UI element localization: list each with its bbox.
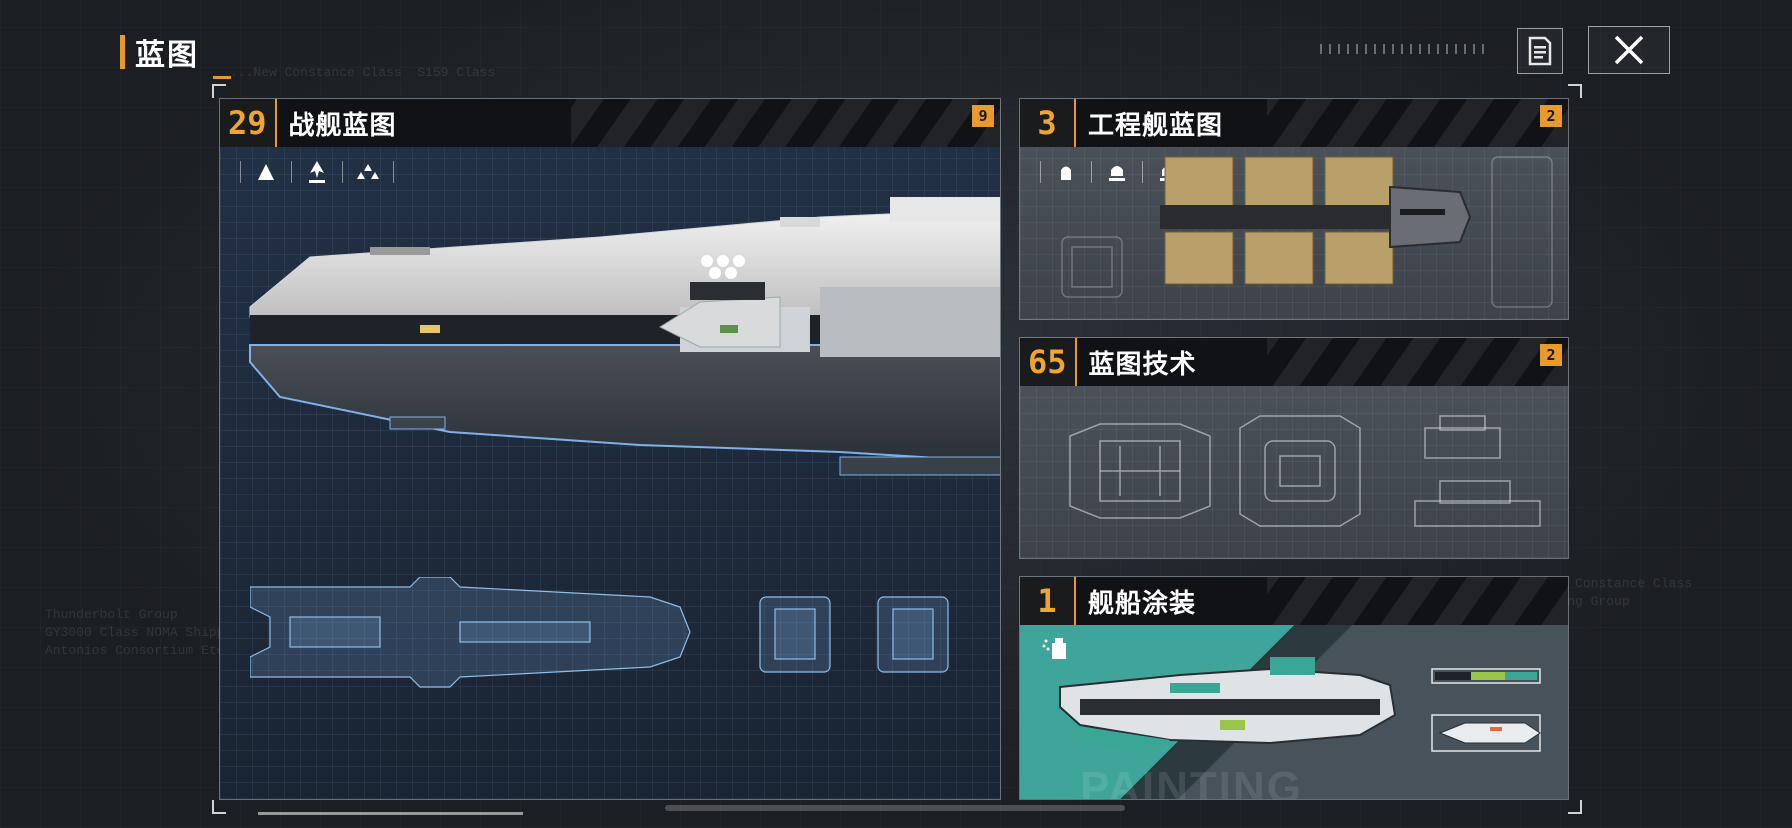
frame-corner	[212, 84, 226, 98]
filter-separator	[240, 161, 241, 183]
title-accent-bar	[120, 35, 125, 69]
title-underline	[213, 76, 231, 79]
filter-separator	[342, 161, 343, 183]
ship-paint-panel[interactable]: 1 舰船涂装 PAINTING	[1019, 576, 1569, 800]
frame-corner	[1568, 84, 1582, 98]
destroyer-filter-icon[interactable]	[302, 159, 332, 185]
tech-schematic-image	[1069, 415, 1541, 527]
header-deco-ticks	[1320, 44, 1490, 54]
header-stripes	[1266, 338, 1568, 386]
page-title: 蓝图	[135, 38, 199, 73]
filter-separator	[291, 161, 292, 183]
engineering-count: 3	[1020, 99, 1076, 147]
tech-notification-badge: 2	[1540, 344, 1562, 366]
warship-count: 29	[220, 99, 277, 147]
header-stripes	[571, 99, 1000, 147]
warship-notification-badge: 9	[972, 105, 994, 127]
document-icon	[1528, 36, 1552, 66]
close-icon	[1614, 35, 1644, 65]
frigate-filter-icon[interactable]	[251, 159, 281, 185]
warship-blueprint-panel[interactable]: 29 战舰蓝图 9	[219, 98, 1001, 800]
horizontal-scrollbar[interactable]	[665, 805, 1125, 811]
engineering-blueprint-panel[interactable]: 3 工程舰蓝图 2	[1019, 98, 1569, 320]
warship-schematic	[250, 577, 949, 688]
header-stripes	[1266, 99, 1568, 147]
warship-image	[249, 197, 1000, 476]
header-stripes	[1266, 577, 1568, 625]
engineering-preview	[1020, 147, 1568, 319]
panel-header: 3 工程舰蓝图 2	[1020, 99, 1568, 147]
paint-panel-title: 舰船涂装	[1088, 588, 1197, 619]
tech-panel-title: 蓝图技术	[1088, 349, 1197, 380]
frame-corner	[212, 800, 226, 814]
warship-preview	[220, 147, 1000, 799]
tech-preview	[1020, 386, 1568, 558]
painted-ship-image	[1059, 657, 1541, 755]
paint-preview: PAINTING	[1020, 625, 1568, 799]
fleet-filter-icon[interactable]	[353, 159, 383, 185]
panel-header: 1 舰船涂装	[1020, 577, 1568, 625]
panel-header: 65 蓝图技术 2	[1020, 338, 1568, 386]
close-button[interactable]	[1588, 26, 1670, 74]
engineering-ship-image	[1061, 156, 1553, 308]
page-header: 蓝图	[120, 30, 199, 74]
document-button[interactable]	[1517, 28, 1563, 74]
panel-header: 29 战舰蓝图 9	[220, 99, 1000, 147]
filter-separator	[393, 161, 394, 183]
blueprint-tech-panel[interactable]: 65 蓝图技术 2	[1019, 337, 1569, 559]
engineering-notification-badge: 2	[1540, 105, 1562, 127]
tech-count: 65	[1020, 338, 1077, 386]
paint-count: 1	[1020, 577, 1076, 625]
warship-filter-row	[230, 159, 404, 185]
panel-scroll-indicator	[258, 812, 523, 815]
warship-panel-title: 战舰蓝图	[288, 110, 397, 141]
frame-corner	[1568, 800, 1582, 814]
engineering-panel-title: 工程舰蓝图	[1088, 110, 1224, 141]
background-class-text: ...New Constance Class S159 Class	[230, 65, 496, 80]
